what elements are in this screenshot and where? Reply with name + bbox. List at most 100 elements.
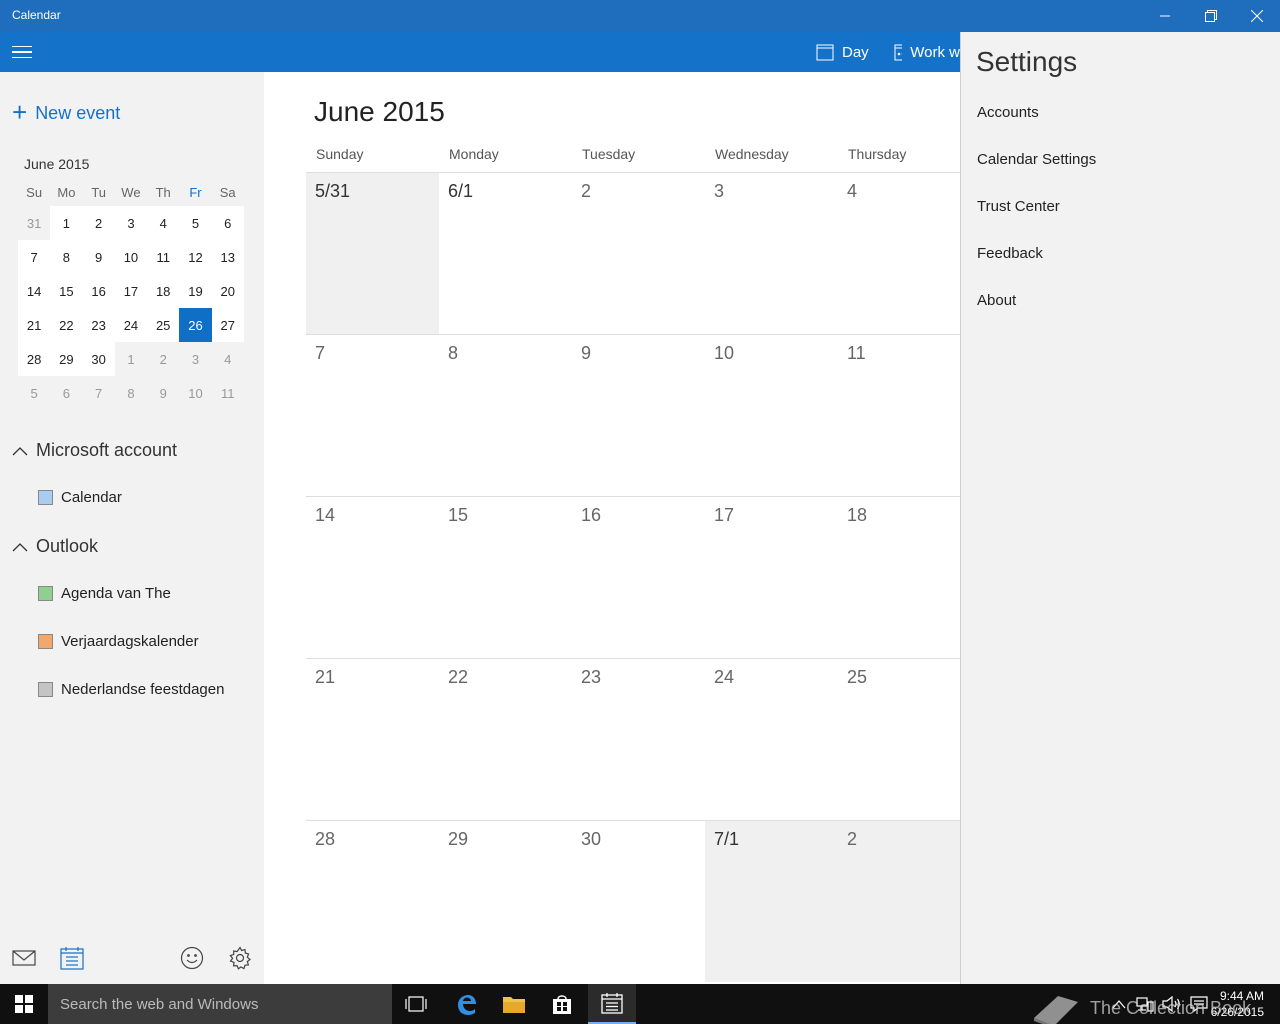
- mini-calendar-day[interactable]: 30: [82, 342, 115, 376]
- account-header-outlook[interactable]: Outlook: [12, 536, 98, 557]
- mini-calendar-day[interactable]: 4: [147, 206, 180, 240]
- month-day-cell[interactable]: 2: [572, 172, 705, 334]
- month-day-cell[interactable]: 23: [572, 658, 705, 820]
- mini-calendar-day[interactable]: 2: [147, 342, 179, 376]
- calendar-item[interactable]: Calendar: [38, 489, 122, 506]
- settings-calendar-settings[interactable]: Calendar Settings: [977, 151, 1096, 168]
- restore-button[interactable]: [1188, 0, 1234, 32]
- mini-calendar-weekday: Tu: [91, 184, 107, 200]
- mini-calendar-day[interactable]: 2: [82, 206, 115, 240]
- mini-calendar-day[interactable]: 3: [179, 342, 211, 376]
- mini-calendar-month[interactable]: June 2015: [24, 156, 89, 172]
- mini-calendar-day[interactable]: 22: [50, 308, 83, 342]
- mini-calendar-day[interactable]: 5: [179, 206, 212, 240]
- settings-feedback[interactable]: Feedback: [977, 245, 1043, 262]
- month-day-cell[interactable]: 14: [306, 496, 439, 658]
- month-day-cell[interactable]: 22: [439, 658, 572, 820]
- mini-calendar-day[interactable]: 25: [147, 308, 180, 342]
- month-day-cell[interactable]: 4: [838, 172, 960, 334]
- taskbar-search-box[interactable]: Search the web and Windows: [48, 984, 392, 1024]
- mini-calendar-day[interactable]: 6: [211, 206, 244, 240]
- mini-calendar-day[interactable]: 8: [115, 376, 147, 410]
- mini-calendar-day[interactable]: 17: [114, 274, 148, 308]
- settings-button[interactable]: [226, 944, 254, 972]
- mini-calendar-day[interactable]: 7: [83, 376, 115, 410]
- edge-browser-button[interactable]: [442, 984, 490, 1024]
- month-day-cell[interactable]: 30: [572, 820, 705, 982]
- minimize-button[interactable]: [1142, 0, 1188, 32]
- mini-calendar-day[interactable]: 10: [114, 240, 148, 274]
- month-day-cell[interactable]: 6/1: [439, 172, 572, 334]
- mini-calendar-day[interactable]: 20: [211, 274, 244, 308]
- new-event-button[interactable]: + New event: [12, 99, 120, 125]
- start-button[interactable]: [0, 984, 48, 1024]
- month-day-cell[interactable]: 17: [705, 496, 838, 658]
- month-day-cell[interactable]: 2: [838, 820, 960, 982]
- feedback-smiley-button[interactable]: [178, 944, 206, 972]
- month-day-cell[interactable]: 8: [439, 334, 572, 496]
- mini-calendar-day[interactable]: 14: [18, 274, 51, 308]
- mini-calendar-day[interactable]: 4: [212, 342, 244, 376]
- mini-calendar-day[interactable]: 11: [212, 376, 244, 410]
- mini-calendar-day[interactable]: 29: [50, 342, 83, 376]
- mini-calendar-day[interactable]: 9: [147, 376, 179, 410]
- mini-calendar-day[interactable]: 1: [115, 342, 147, 376]
- mini-calendar-day[interactable]: 24: [114, 308, 148, 342]
- mini-calendar-day[interactable]: 6: [50, 376, 82, 410]
- month-day-cell[interactable]: 25: [838, 658, 960, 820]
- month-day-cell[interactable]: 7: [306, 334, 439, 496]
- mini-calendar-day[interactable]: 10: [179, 376, 211, 410]
- month-day-cell[interactable]: 11: [838, 334, 960, 496]
- month-day-cell[interactable]: 18: [838, 496, 960, 658]
- settings-accounts[interactable]: Accounts: [977, 104, 1039, 121]
- close-button[interactable]: [1234, 0, 1280, 32]
- file-explorer-button[interactable]: [490, 984, 538, 1024]
- mini-calendar-day[interactable]: 27: [211, 308, 244, 342]
- mini-calendar-day[interactable]: 23: [82, 308, 115, 342]
- work-week-view-button[interactable]: Work w: [894, 32, 960, 72]
- mail-button[interactable]: [10, 944, 38, 972]
- day-view-button[interactable]: Day: [816, 32, 869, 72]
- mini-calendar-day[interactable]: 13: [211, 240, 244, 274]
- store-button[interactable]: [538, 984, 586, 1024]
- calendar-item[interactable]: Verjaardagskalender: [38, 633, 199, 650]
- month-day-cell[interactable]: 3: [705, 172, 838, 334]
- mini-calendar-day[interactable]: 28: [18, 342, 51, 376]
- calendar-item[interactable]: Agenda van The: [38, 585, 171, 602]
- month-day-cell[interactable]: 28: [306, 820, 439, 982]
- calendar-app-taskbar-button[interactable]: [588, 984, 636, 1024]
- month-day-cell[interactable]: 10: [705, 334, 838, 496]
- mini-calendar-day[interactable]: 19: [179, 274, 212, 308]
- mini-calendar-day[interactable]: 5: [18, 376, 50, 410]
- month-day-cell[interactable]: 29: [439, 820, 572, 982]
- calendar-nav-button[interactable]: [58, 944, 86, 972]
- hamburger-menu-button[interactable]: [10, 40, 34, 64]
- month-day-cell[interactable]: 7/1: [705, 820, 838, 982]
- mini-calendar-day[interactable]: 16: [82, 274, 115, 308]
- mini-calendar-day[interactable]: 3: [114, 206, 148, 240]
- month-day-cell[interactable]: 24: [705, 658, 838, 820]
- mini-calendar-day[interactable]: 9: [82, 240, 115, 274]
- mini-calendar-day[interactable]: 26: [179, 308, 212, 342]
- task-view-button[interactable]: [392, 984, 440, 1024]
- settings-trust-center[interactable]: Trust Center: [977, 198, 1060, 215]
- mini-calendar-day[interactable]: 21: [18, 308, 51, 342]
- mini-calendar-day[interactable]: 1: [50, 206, 83, 240]
- mini-calendar-day[interactable]: 11: [147, 240, 180, 274]
- settings-about[interactable]: About: [977, 292, 1016, 309]
- mini-calendar-day[interactable]: 12: [179, 240, 212, 274]
- mini-calendar-day[interactable]: 18: [147, 274, 180, 308]
- month-day-number: 24: [714, 667, 735, 687]
- account-header-microsoft[interactable]: Microsoft account: [12, 440, 177, 461]
- month-day-cell[interactable]: 5/31: [306, 172, 439, 334]
- mini-calendar-day[interactable]: 15: [50, 274, 83, 308]
- mini-calendar-day[interactable]: 8: [50, 240, 83, 274]
- month-day-number: 23: [581, 667, 602, 687]
- calendar-item[interactable]: Nederlandse feestdagen: [38, 681, 224, 698]
- mini-calendar-day[interactable]: 31: [18, 206, 50, 240]
- month-day-cell[interactable]: 16: [572, 496, 705, 658]
- mini-calendar-day[interactable]: 7: [18, 240, 51, 274]
- month-day-cell[interactable]: 21: [306, 658, 439, 820]
- month-day-cell[interactable]: 15: [439, 496, 572, 658]
- month-day-cell[interactable]: 9: [572, 334, 705, 496]
